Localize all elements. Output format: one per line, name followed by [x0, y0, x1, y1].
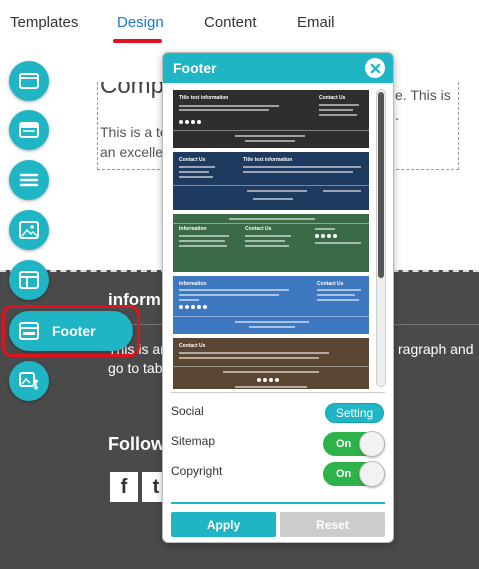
sidebar-item-window[interactable] — [9, 61, 49, 101]
sidebar-item-menu[interactable] — [9, 160, 49, 200]
template-list-scrollbar[interactable] — [376, 89, 386, 387]
layout-icon — [19, 271, 39, 289]
template-4-contact: Contact Us — [317, 281, 344, 287]
paragraph-line-1: This is a te — [100, 124, 168, 140]
tab-content[interactable]: Content — [204, 14, 257, 31]
social-label: Social — [171, 404, 204, 418]
sidebar-item-header[interactable] — [9, 110, 49, 150]
template-5-heading: Contact Us — [179, 343, 206, 349]
tab-email[interactable]: Email — [297, 14, 335, 31]
paragraph-line-2: an excelle — [100, 144, 164, 160]
panel-bottom-divider — [171, 502, 385, 504]
tab-templates[interactable]: Templates — [10, 14, 78, 31]
image-settings-icon — [19, 372, 39, 391]
apply-button[interactable]: Apply — [171, 512, 276, 537]
sitemap-toggle-knob — [359, 431, 385, 457]
footer-info-text-line-2: go to tab — [108, 360, 163, 376]
footer-info-text-line-1-right: ragraph and — [398, 341, 474, 357]
sitemap-label: Sitemap — [171, 434, 216, 448]
sidebar-item-image-settings[interactable] — [9, 361, 49, 401]
sidebar-item-image[interactable] — [9, 210, 49, 250]
section-heading: Comp — [100, 82, 165, 99]
footer-template-list[interactable]: Title text information Contact Us Contac… — [163, 83, 393, 389]
template-2-heading: Title text information — [243, 157, 293, 163]
sitemap-toggle[interactable]: On — [323, 431, 385, 457]
sitemap-toggle-state: On — [336, 438, 352, 450]
copyright-toggle[interactable]: On — [323, 461, 385, 487]
paragraph-line-2-right: . — [395, 107, 399, 123]
template-1-heading: Title text information — [179, 95, 229, 101]
footer-template-1[interactable]: Title text information Contact Us — [173, 90, 369, 148]
template-4-heading: Information — [179, 281, 207, 287]
paragraph-line-1-right: e. This is — [395, 87, 451, 103]
panel-header: Footer — [163, 53, 393, 83]
template-3-heading: Information — [179, 226, 207, 232]
footer-panel: Footer Title text information Contact Us… — [162, 52, 394, 543]
footer-follow-title: Follow — [108, 434, 165, 454]
top-tab-bar: Templates Design Content Email — [0, 0, 479, 44]
copyright-toggle-state: On — [336, 468, 352, 480]
menu-icon — [19, 173, 39, 187]
footer-template-4[interactable]: Information Contact Us — [173, 276, 369, 334]
template-1-contact: Contact Us — [319, 95, 346, 101]
header-icon — [19, 122, 39, 138]
image-icon — [19, 221, 39, 239]
window-icon — [19, 73, 39, 89]
tab-design[interactable]: Design — [117, 14, 164, 31]
footer-template-3[interactable]: Information Contact Us — [173, 214, 369, 272]
copyright-toggle-knob — [359, 461, 385, 487]
social-setting-button[interactable]: Setting — [325, 403, 384, 423]
sidebar-item-layout[interactable] — [9, 260, 49, 300]
footer-template-5[interactable]: Contact Us — [173, 338, 369, 389]
panel-title: Footer — [173, 60, 217, 76]
template-3-contact: Contact Us — [245, 226, 272, 232]
scrollbar-thumb[interactable] — [378, 92, 384, 278]
footer-template-2[interactable]: Contact Us Title text information — [173, 152, 369, 210]
copyright-label: Copyright — [171, 464, 223, 478]
reset-button[interactable]: Reset — [280, 512, 385, 537]
facebook-icon[interactable]: f — [110, 472, 138, 502]
panel-separator — [171, 392, 385, 393]
template-2-contact: Contact Us — [179, 157, 206, 163]
close-button[interactable] — [365, 58, 385, 78]
close-icon — [370, 63, 380, 73]
active-tab-underline — [113, 39, 162, 43]
footer-highlight-annotation — [2, 305, 140, 357]
